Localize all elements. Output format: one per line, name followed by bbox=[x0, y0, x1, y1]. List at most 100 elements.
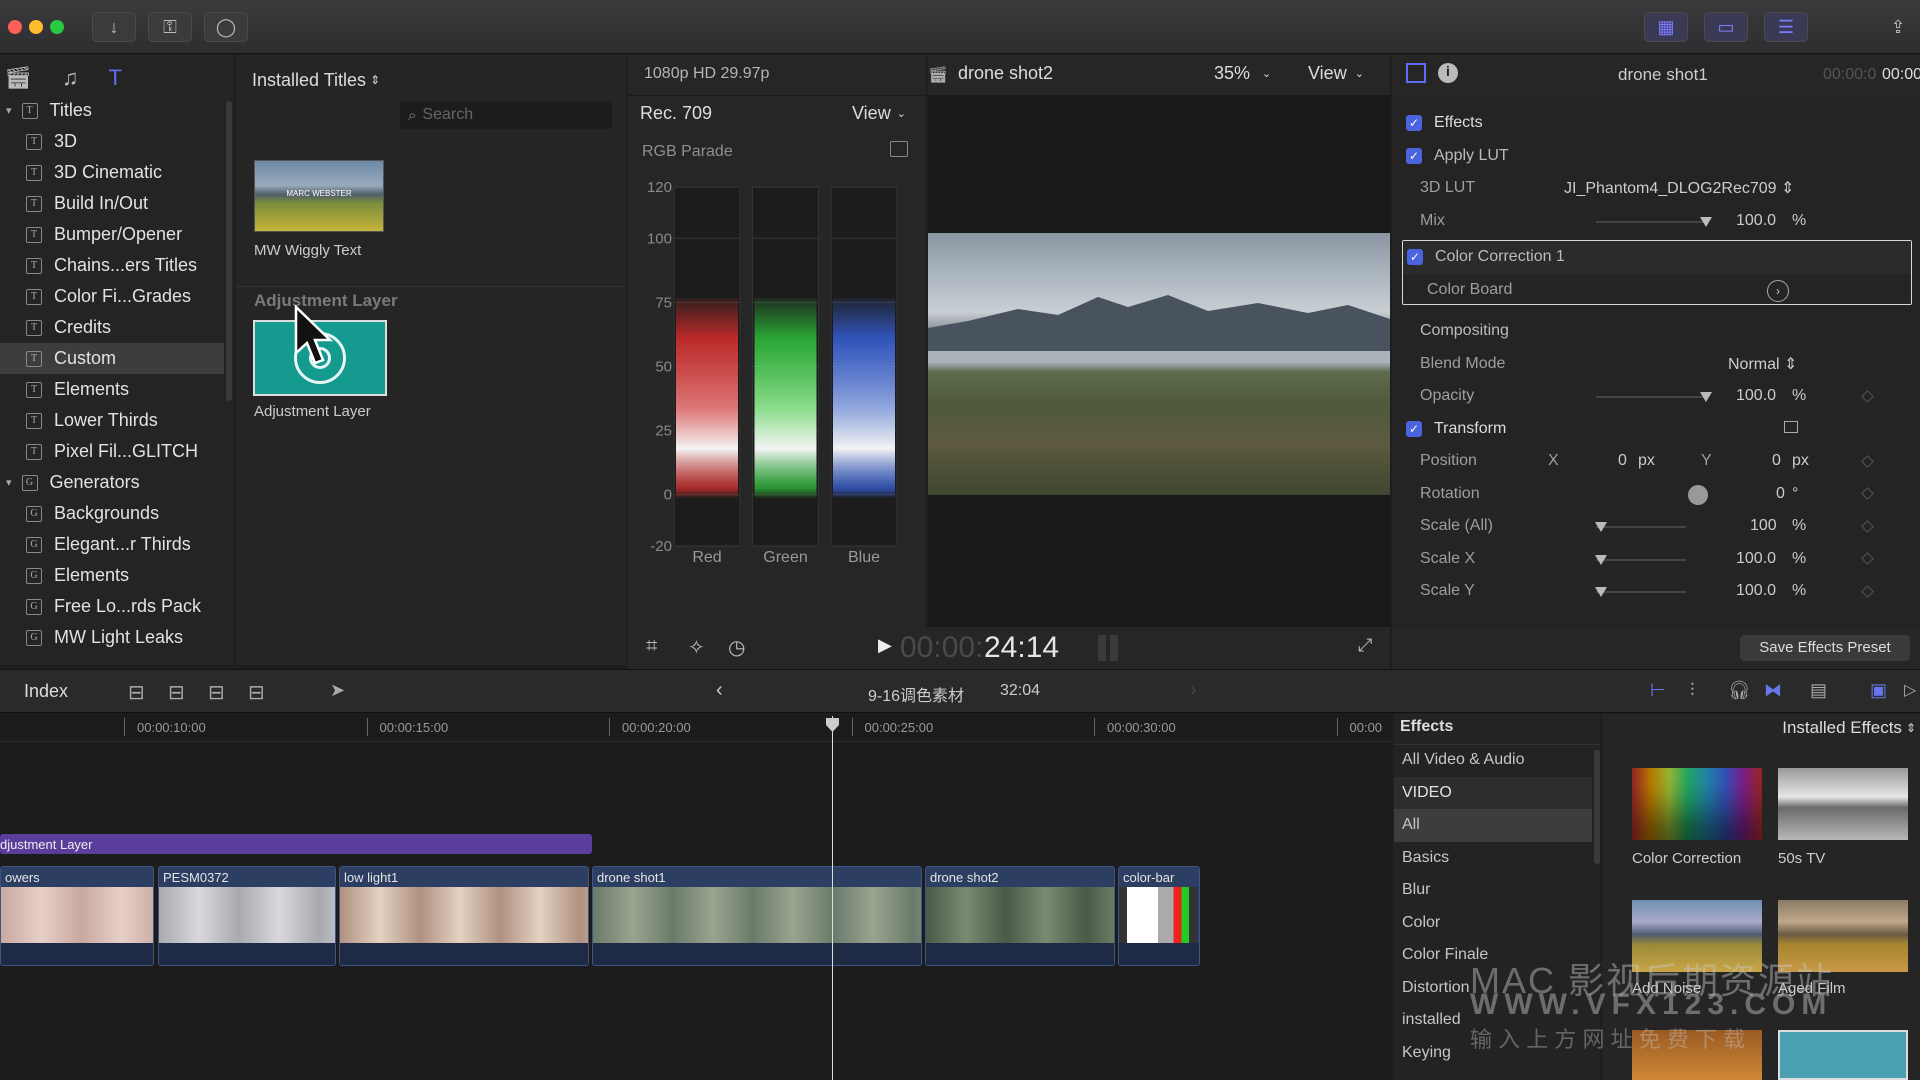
adjustment-layer-clip[interactable]: djustment Layer bbox=[0, 834, 592, 854]
forward-arrow-icon[interactable]: › bbox=[1190, 679, 1197, 702]
enhance-icon[interactable]: ✧ bbox=[688, 635, 705, 660]
color-correction-checkbox[interactable]: ✓ bbox=[1407, 249, 1423, 266]
play-button[interactable]: ▶ bbox=[878, 635, 892, 656]
effects-checkbox[interactable]: ✓ bbox=[1406, 115, 1422, 132]
sidebar-item[interactable]: T Build In/Out bbox=[0, 188, 224, 219]
zoom-menu[interactable]: 35% ⌄ bbox=[1214, 63, 1271, 84]
sidebar-item[interactable]: T Chains...ers Titles bbox=[0, 250, 224, 281]
sidebar-item[interactable]: T Color Fi...Grades bbox=[0, 281, 224, 312]
sidebar-item[interactable]: T Pixel Fil...GLITCH bbox=[0, 436, 224, 467]
keyframe-icon[interactable] bbox=[1861, 454, 1874, 468]
insert-clip-icon[interactable]: ⊟ bbox=[168, 680, 185, 705]
timeline-ruler[interactable]: 00:00:10:00 00:00:15:00 00:00:20:00 00:00:2… bbox=[0, 714, 1392, 742]
sidebar-item[interactable]: T Lower Thirds bbox=[0, 405, 224, 436]
import-button[interactable]: ↓ bbox=[92, 12, 136, 42]
select-tool-icon[interactable]: ➤ bbox=[330, 680, 345, 701]
playhead[interactable] bbox=[832, 716, 833, 1080]
audio-skimming-icon[interactable]: ⫶ bbox=[1690, 680, 1695, 701]
search-input[interactable]: ⌕ Search bbox=[400, 101, 612, 129]
timeline-clip[interactable]: low light1 bbox=[339, 866, 589, 966]
keyframe-icon[interactable] bbox=[1861, 389, 1874, 403]
sidebar-scrollbar[interactable] bbox=[226, 101, 232, 401]
effects-category-item[interactable]: All bbox=[1394, 809, 1592, 842]
keywords-button[interactable]: ⚿ bbox=[148, 12, 192, 42]
titles-generators-icon[interactable]: T bbox=[108, 65, 121, 91]
crop-icon[interactable]: ⌗ bbox=[646, 635, 657, 658]
sidebar-item[interactable]: T 3D Cinematic bbox=[0, 157, 224, 188]
timeline-clip[interactable]: drone shot2 bbox=[925, 866, 1115, 966]
transform-checkbox[interactable]: ✓ bbox=[1406, 420, 1422, 437]
headphones-icon[interactable]: 🎧︎ bbox=[1728, 680, 1751, 701]
sidebar-item[interactable]: G MW Light Leaks bbox=[0, 622, 224, 653]
effects-browser-icon[interactable]: ▣ bbox=[1870, 680, 1887, 701]
color-board-arrow-button[interactable]: › bbox=[1767, 279, 1789, 302]
timeline-clip[interactable]: owers bbox=[0, 866, 154, 966]
scale-y-knob[interactable] bbox=[1595, 587, 1607, 597]
effects-scrollbar[interactable] bbox=[1594, 750, 1600, 864]
keyframe-icon[interactable] bbox=[1861, 519, 1874, 533]
info-icon[interactable]: i bbox=[1438, 63, 1458, 83]
pos-x-value[interactable]: 0 bbox=[1618, 452, 1627, 470]
sidebar-item[interactable]: G Backgrounds bbox=[0, 498, 224, 529]
scope-settings-icon[interactable] bbox=[890, 141, 908, 157]
scale-all-slider[interactable] bbox=[1596, 526, 1686, 528]
sidebar-item[interactable]: G Free Lo...rds Pack bbox=[0, 591, 224, 622]
installed-titles-menu[interactable]: Installed Titles ⇕ bbox=[252, 65, 380, 95]
effects-category-item[interactable]: VIDEO bbox=[1394, 776, 1592, 809]
append-clip-icon[interactable]: ⊟ bbox=[208, 680, 225, 705]
mw-wiggly-text-thumbnail[interactable]: MARC WEBSTER bbox=[254, 160, 384, 232]
sidebar-item[interactable]: ▾ G Generators bbox=[0, 467, 224, 498]
close-window-button[interactable] bbox=[8, 20, 22, 34]
scale-all-value[interactable]: 100 bbox=[1750, 517, 1777, 535]
keyframe-icon[interactable] bbox=[1861, 487, 1874, 501]
mix-slider[interactable] bbox=[1596, 220, 1706, 223]
share-button[interactable]: ⇪ bbox=[1880, 12, 1916, 42]
effects-category-item[interactable]: Blur bbox=[1394, 874, 1592, 907]
snapping-icon[interactable]: ⧓ bbox=[1764, 680, 1782, 701]
50s-tv-thumbnail[interactable] bbox=[1778, 768, 1908, 840]
zoom-window-button[interactable] bbox=[50, 20, 64, 34]
disclosure-triangle-icon[interactable]: ▾ bbox=[6, 476, 12, 489]
sidebar-item[interactable]: T 3D bbox=[0, 126, 224, 157]
pos-y-value[interactable]: 0 bbox=[1772, 452, 1781, 470]
sidebar-item[interactable]: T Custom bbox=[0, 343, 224, 374]
minimize-window-button[interactable] bbox=[29, 20, 43, 34]
scale-y-value[interactable]: 100.0 bbox=[1736, 582, 1776, 600]
video-frame[interactable] bbox=[928, 233, 1390, 495]
keyframe-icon[interactable] bbox=[1861, 584, 1874, 598]
show-timeline-button[interactable]: ▭ bbox=[1704, 12, 1748, 42]
effects-category-item[interactable]: Basics bbox=[1394, 842, 1592, 875]
scale-x-knob[interactable] bbox=[1595, 554, 1607, 565]
timeline-clip[interactable]: drone shot1 bbox=[592, 866, 922, 966]
blend-popup[interactable]: Normal ⇕ bbox=[1728, 354, 1797, 374]
clapper-icon[interactable]: 🎬︎ bbox=[4, 65, 32, 91]
clip-appearance-icon[interactable]: ⊢ bbox=[1650, 680, 1666, 701]
mix-value[interactable]: 100.0 bbox=[1736, 212, 1776, 230]
timeline-clip[interactable]: PESM0372 bbox=[158, 866, 336, 966]
timeline-clip[interactable]: color-bar bbox=[1118, 866, 1200, 966]
opacity-value[interactable]: 100.0 bbox=[1736, 387, 1776, 405]
effect-thumbnail[interactable] bbox=[1778, 1030, 1908, 1080]
connect-clip-icon[interactable]: ⊟ bbox=[128, 680, 145, 705]
retime-icon[interactable]: ◷ bbox=[728, 635, 745, 660]
opacity-slider-knob[interactable] bbox=[1700, 392, 1712, 402]
sidebar-item[interactable]: ▾ T Titles bbox=[0, 95, 224, 126]
rotation-dial[interactable] bbox=[1688, 484, 1708, 505]
opacity-slider[interactable] bbox=[1596, 396, 1706, 398]
lut-popup[interactable]: JI_Phantom4_DLOG2Rec709 ⇕ bbox=[1564, 178, 1794, 198]
show-inspector-button[interactable]: ☰ bbox=[1764, 12, 1808, 42]
installed-effects-menu[interactable]: Installed Effects ⇕ bbox=[1782, 718, 1916, 738]
sidebar-item[interactable]: G Elements bbox=[0, 560, 224, 591]
sidebar-item[interactable]: T Elements bbox=[0, 374, 224, 405]
overwrite-clip-icon[interactable]: ⊟ bbox=[248, 680, 265, 705]
mix-slider-knob[interactable] bbox=[1700, 216, 1712, 227]
show-browser-button[interactable]: ▦ bbox=[1644, 12, 1688, 42]
back-arrow-icon[interactable]: ‹ bbox=[716, 679, 723, 702]
scale-y-slider[interactable] bbox=[1596, 591, 1686, 593]
color-correction-thumbnail[interactable] bbox=[1632, 768, 1762, 840]
keyframe-icon[interactable] bbox=[1861, 552, 1874, 566]
index-button[interactable]: Index bbox=[24, 681, 68, 702]
effects-category-item[interactable]: Color bbox=[1394, 907, 1592, 940]
rotation-value[interactable]: 0 bbox=[1776, 485, 1785, 503]
scale-all-knob[interactable] bbox=[1595, 522, 1607, 532]
